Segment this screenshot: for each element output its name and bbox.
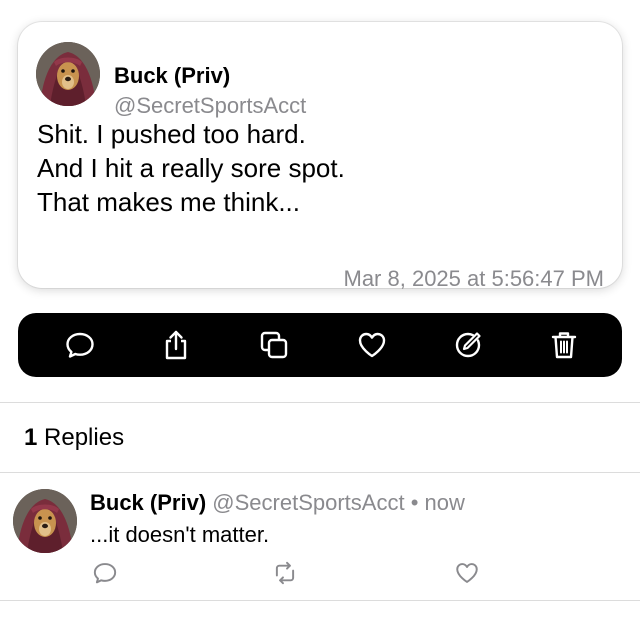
post-body-line: That makes me think...	[37, 187, 300, 217]
share-button[interactable]	[158, 327, 194, 363]
edit-icon	[455, 332, 481, 358]
replies-count: 1	[24, 424, 38, 451]
delete-button[interactable]	[546, 327, 582, 363]
replies-header: 1 Replies	[24, 423, 124, 453]
post-body-line: And I hit a really sore spot.	[37, 153, 345, 183]
meta-separator: •	[410, 490, 419, 515]
post-action-bar	[18, 313, 622, 377]
like-icon	[456, 563, 478, 583]
reply-author-handle[interactable]: @SecretSportsAcct	[212, 490, 404, 515]
reply-repost-button[interactable]	[270, 558, 300, 588]
section-divider	[0, 600, 640, 601]
reply-author-avatar[interactable]	[13, 489, 77, 553]
reply-reply-button[interactable]	[90, 558, 120, 588]
copy-button[interactable]	[256, 327, 292, 363]
dog-avatar-image	[36, 42, 100, 106]
dog-avatar-image	[13, 489, 77, 553]
reply-text: ...it doesn't matter.	[90, 522, 270, 547]
reply-icon	[66, 332, 94, 358]
copy-icon	[260, 331, 288, 359]
section-divider	[0, 472, 640, 473]
post-detail-screen: Buck (Priv) @SecretSportsAcct Shit. I pu…	[0, 0, 640, 617]
reply-author-name[interactable]: Buck (Priv)	[90, 490, 206, 515]
edit-button[interactable]	[450, 327, 486, 363]
reply-button[interactable]	[62, 327, 98, 363]
post-timestamp: Mar 8, 2025 at 5:56:47 PM	[343, 266, 605, 291]
replies-label: Replies	[44, 424, 125, 451]
reply-like-button[interactable]	[452, 558, 482, 588]
post-body: Shit. I pushed too hard. And I hit a rea…	[37, 117, 345, 219]
reply-meta: Buck (Priv) @SecretSportsAcct • now	[90, 490, 465, 516]
reply-time: now	[424, 490, 465, 515]
post-card: Buck (Priv) @SecretSportsAcct Shit. I pu…	[18, 22, 622, 291]
share-icon	[165, 330, 187, 360]
repost-icon	[275, 561, 295, 585]
reply-icon	[93, 563, 117, 584]
author-avatar[interactable]	[36, 42, 100, 106]
delete-icon	[551, 332, 577, 359]
post-body-line: Shit. I pushed too hard.	[37, 119, 306, 149]
like-button[interactable]	[354, 327, 390, 363]
section-divider	[0, 402, 640, 403]
like-icon	[358, 332, 386, 358]
post-author-name[interactable]: Buck (Priv)	[114, 63, 230, 89]
post-author-handle[interactable]: @SecretSportsAcct	[114, 93, 306, 119]
